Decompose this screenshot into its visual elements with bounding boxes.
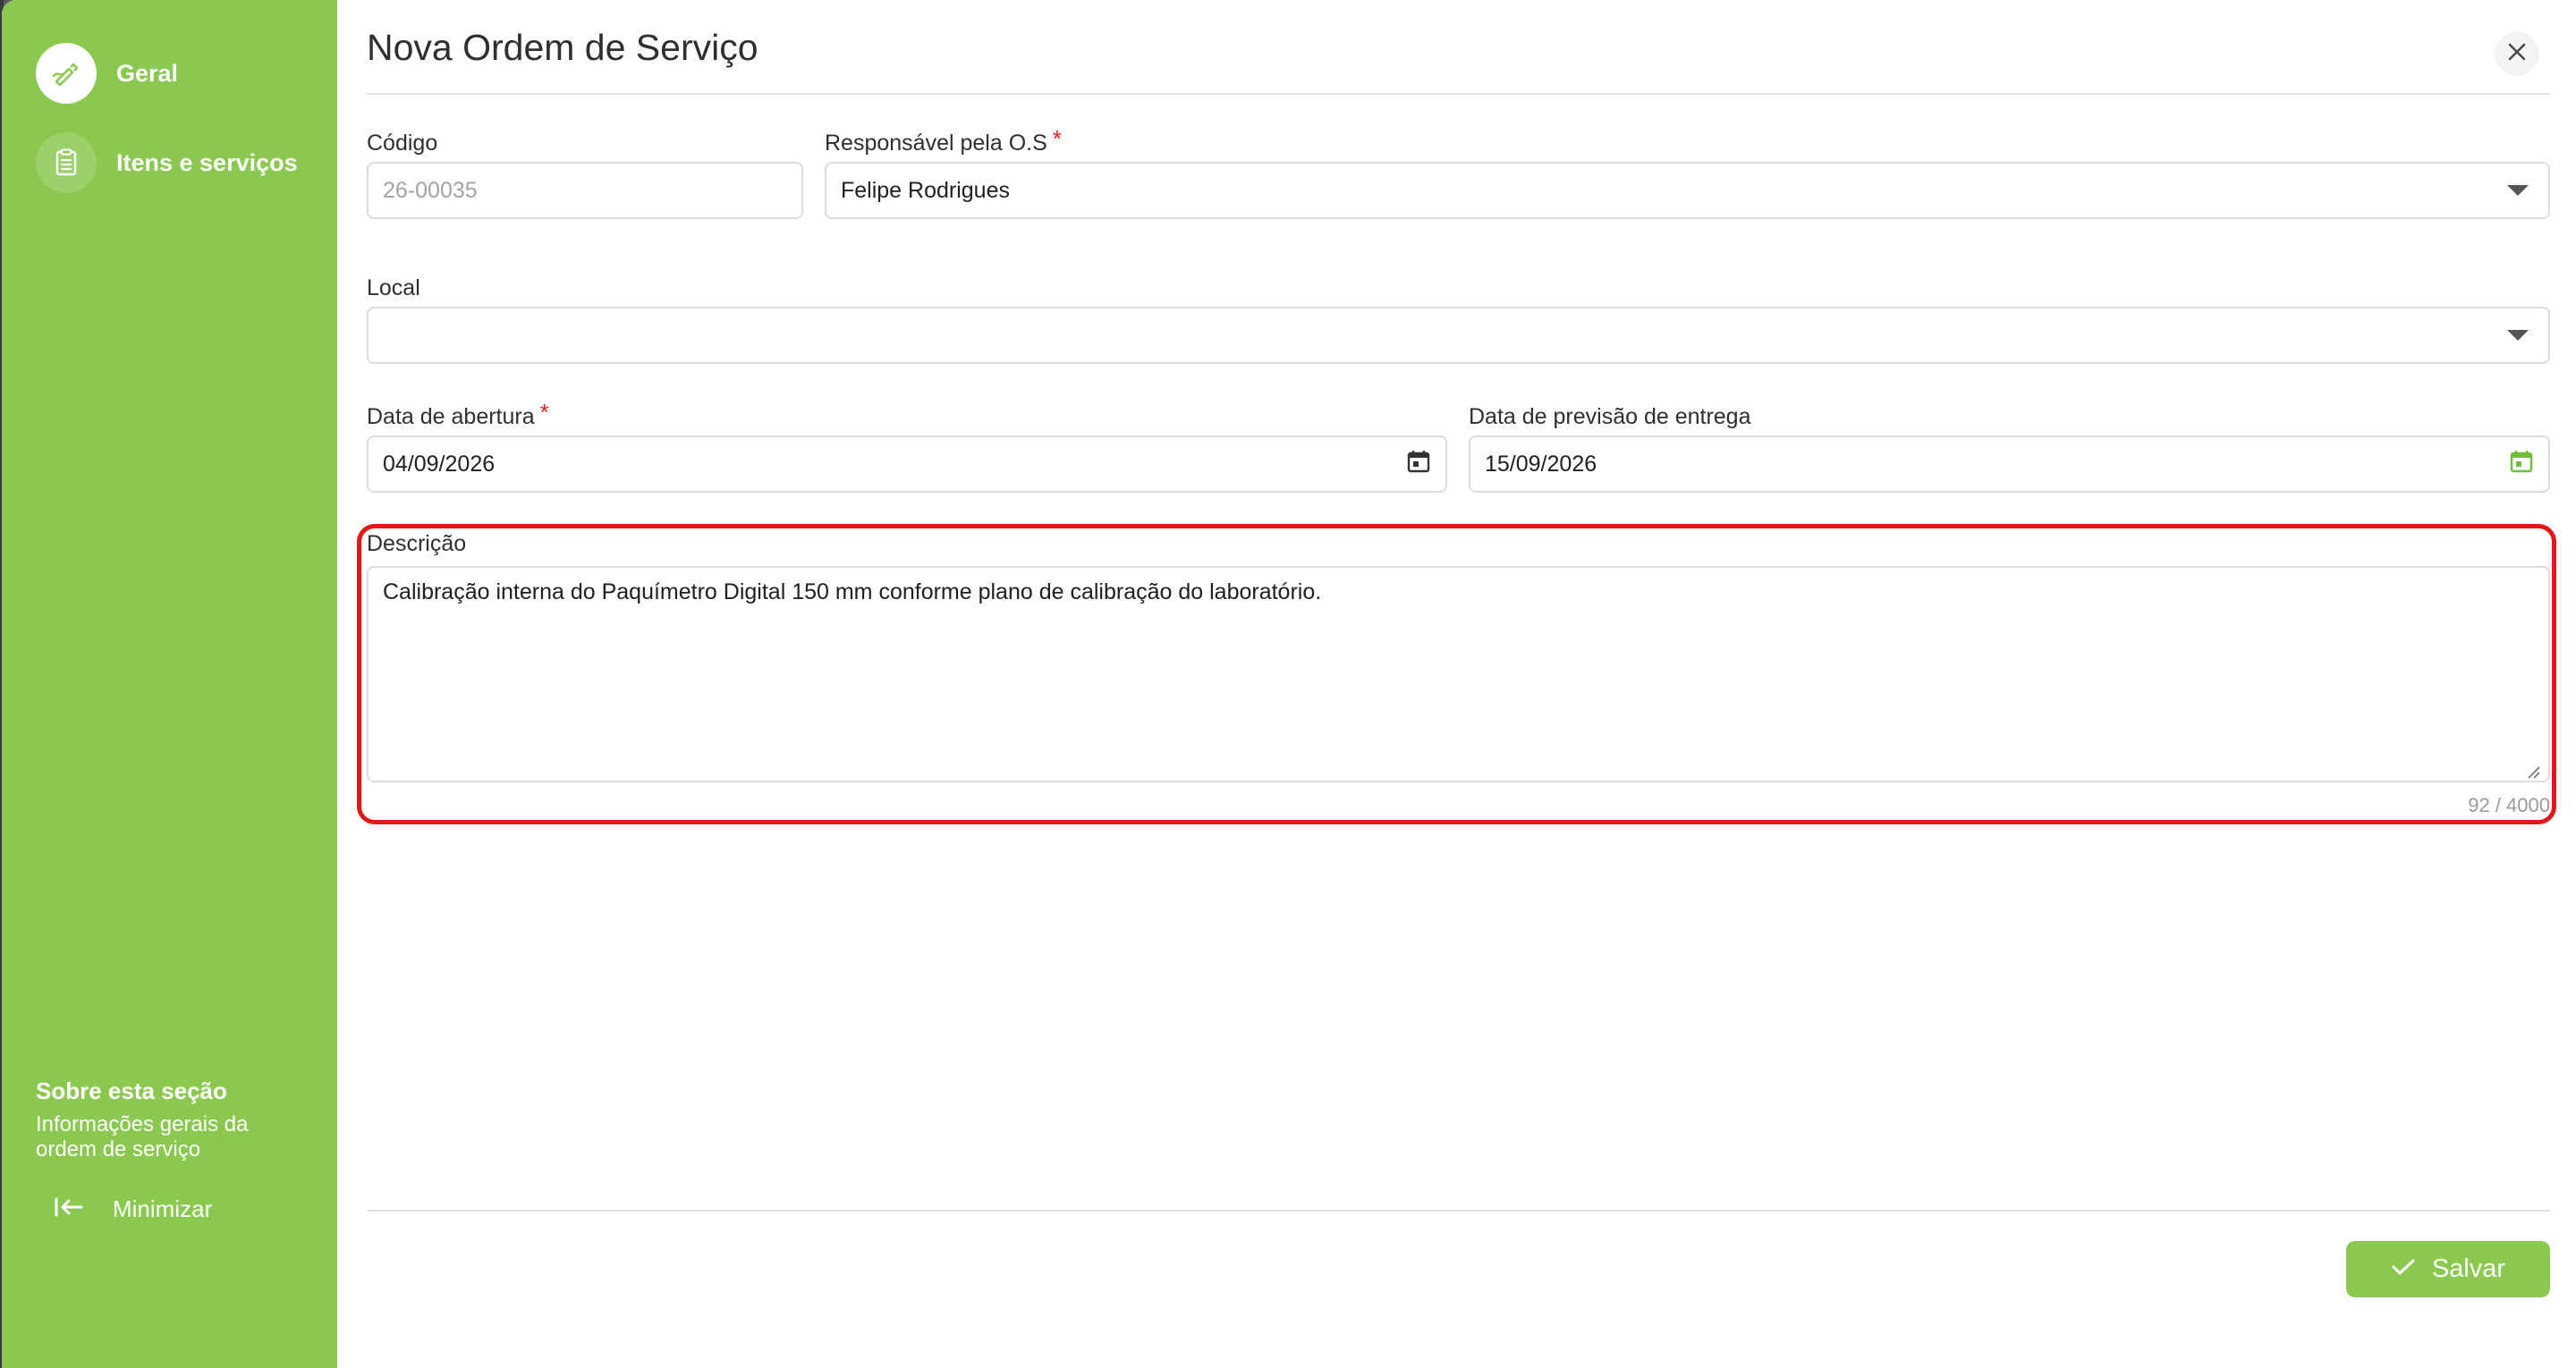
- codigo-label: Código: [367, 131, 437, 156]
- sidebar-item-itens-e-servicos[interactable]: Itens e serviços: [36, 131, 298, 194]
- descricao-textarea[interactable]: Calibração interna do Paquímetro Digital…: [367, 566, 2550, 782]
- codigo-placeholder: 26-00035: [383, 177, 478, 203]
- section-info: Sobre esta seção Informações gerais da o…: [36, 1077, 304, 1162]
- local-label-text: Local: [367, 275, 420, 300]
- chevron-down-icon: [2507, 185, 2529, 196]
- chevron-down-icon: [2507, 330, 2529, 341]
- header-divider: [367, 93, 2550, 95]
- data-abertura-field[interactable]: 04/09/2026: [367, 435, 1447, 493]
- footer-divider: [367, 1210, 2550, 1212]
- service-order-modal: Geral Itens e serviços Sobre esta seção …: [2, 0, 2576, 1368]
- data-previsao-label: Data de previsão de entrega: [1469, 404, 1751, 430]
- data-abertura-label-text: Data de abertura: [367, 404, 535, 429]
- check-icon: [2391, 1254, 2416, 1284]
- responsavel-value: Felipe Rodrigues: [841, 177, 1010, 203]
- collapse-left-icon: [54, 1196, 84, 1222]
- save-label: Salvar: [2431, 1254, 2506, 1283]
- close-icon: [2507, 42, 2527, 66]
- page: Geral Itens e serviços Sobre esta seção …: [0, 0, 2576, 1368]
- required-marker: *: [539, 399, 549, 426]
- required-marker: *: [1052, 125, 1062, 152]
- sidebar: Geral Itens e serviços Sobre esta seção …: [2, 0, 337, 1368]
- codigo-label-text: Código: [367, 131, 438, 156]
- save-button[interactable]: Salvar: [2346, 1241, 2550, 1297]
- sidebar-item-geral[interactable]: Geral: [36, 42, 178, 105]
- page-title: Nova Ordem de Serviço: [367, 27, 758, 68]
- descricao-label-text: Descrição: [367, 531, 467, 556]
- responsavel-label: Responsável pela O.S *: [825, 125, 1062, 158]
- calendar-icon[interactable]: [2509, 449, 2534, 480]
- responsavel-select[interactable]: Felipe Rodrigues: [825, 162, 2550, 219]
- local-select[interactable]: [367, 307, 2550, 364]
- character-counter: 92 / 4000: [2468, 794, 2550, 816]
- descricao-label: Descrição: [367, 531, 466, 557]
- pencil-icon: [36, 43, 97, 104]
- resize-handle-icon[interactable]: [2525, 757, 2541, 779]
- data-abertura-label: Data de abertura *: [367, 399, 549, 432]
- section-info-description: Informações gerais da ordem de serviço: [36, 1112, 249, 1161]
- clipboard-icon: [36, 132, 97, 193]
- main-content: Nova Ordem de Serviço Código 26-00035 Re…: [337, 0, 2576, 1368]
- data-previsao-label-text: Data de previsão de entrega: [1469, 404, 1751, 429]
- data-previsao-field[interactable]: 15/09/2026: [1469, 435, 2550, 493]
- close-button[interactable]: [2495, 31, 2539, 76]
- codigo-field[interactable]: 26-00035: [367, 162, 803, 219]
- data-abertura-value: 04/09/2026: [383, 451, 496, 477]
- minimize-label: Minimizar: [113, 1195, 213, 1222]
- responsavel-label-text: Responsável pela O.S: [825, 131, 1047, 156]
- sidebar-item-label: Geral: [116, 59, 179, 87]
- calendar-icon[interactable]: [1406, 449, 1431, 480]
- sidebar-item-label: Itens e serviços: [116, 148, 298, 176]
- section-info-title: Sobre esta seção: [36, 1077, 227, 1104]
- local-label: Local: [367, 275, 420, 301]
- descricao-value: Calibração interna do Paquímetro Digital…: [383, 579, 1322, 604]
- data-previsao-value: 15/09/2026: [1485, 451, 1597, 477]
- minimize-button[interactable]: Minimizar: [54, 1189, 212, 1229]
